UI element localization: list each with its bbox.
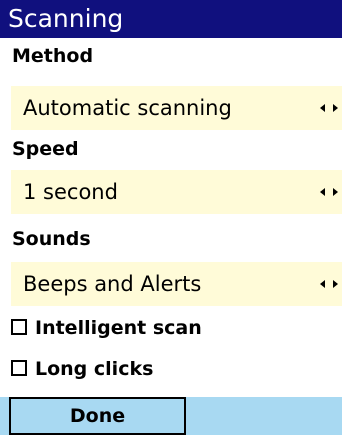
sounds-label: Sounds (12, 228, 91, 250)
method-value: Automatic scanning (23, 96, 232, 120)
softkey-bar: Done (0, 397, 342, 435)
intelligent-scan-label[interactable]: Intelligent scan (35, 315, 202, 341)
arrow-right-icon[interactable] (333, 188, 338, 196)
sounds-arrows[interactable] (316, 262, 342, 306)
arrow-right-icon[interactable] (333, 104, 338, 112)
speed-arrows[interactable] (316, 170, 342, 214)
window-title: Scanning (8, 4, 124, 33)
intelligent-scan-checkbox[interactable] (11, 319, 27, 335)
arrow-left-icon[interactable] (320, 104, 325, 112)
arrow-left-icon[interactable] (320, 188, 325, 196)
speed-label: Speed (12, 138, 79, 160)
method-label: Method (12, 45, 94, 67)
sounds-value: Beeps and Alerts (23, 272, 202, 296)
method-selector[interactable]: Automatic scanning (11, 86, 342, 130)
done-button[interactable]: Done (9, 397, 186, 435)
arrow-right-icon[interactable] (333, 280, 338, 288)
speed-value: 1 second (23, 180, 118, 204)
method-arrows[interactable] (316, 86, 342, 130)
sounds-selector[interactable]: Beeps and Alerts (11, 262, 342, 306)
title-bar: Scanning (0, 0, 342, 38)
long-clicks-label[interactable]: Long clicks (35, 356, 153, 382)
long-clicks-checkbox[interactable] (11, 360, 27, 376)
arrow-left-icon[interactable] (320, 280, 325, 288)
speed-selector[interactable]: 1 second (11, 170, 342, 214)
